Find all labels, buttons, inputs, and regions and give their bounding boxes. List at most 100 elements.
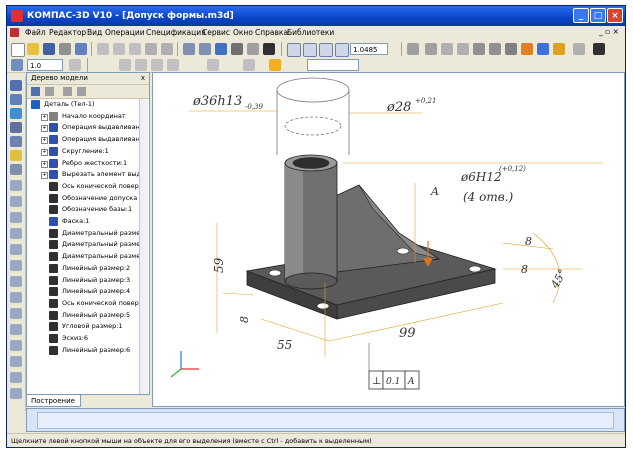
toolbar-extra-icon[interactable] [573,43,585,55]
move-icon[interactable] [425,43,437,55]
tool-icon[interactable] [10,260,22,271]
paste-icon[interactable] [129,43,141,55]
tree-item[interactable]: Деталь (Тел-1) [27,99,145,110]
dim-hole-diameter[interactable]: ø6H12 [460,170,502,184]
coord-field[interactable] [307,59,359,71]
dim-height[interactable]: 59 [212,257,226,273]
variables-icon[interactable] [231,43,243,55]
step-combo[interactable]: 1.0 [27,59,63,71]
dim-outer-diameter[interactable]: ø36h13 [192,94,242,109]
tree-item[interactable]: + Скругление:1 [27,146,145,157]
tree-item[interactable]: + Операция выдавливания [27,134,145,145]
scale-combo[interactable]: 1.0485 [350,43,388,55]
tree-item[interactable]: Линейный размер:5 [27,310,145,321]
tree-filter-icon[interactable] [45,87,54,96]
tool-icon[interactable] [10,94,22,105]
tree-item[interactable]: + Операция выдавливания [27,122,145,133]
model-viewport[interactable]: ø36h13 -0,39 ø28 +0,21 ø6H12 (+0,12) (4 … [152,72,625,407]
menu-specification[interactable]: Спецификация [146,28,206,37]
tool-icon[interactable] [10,356,22,367]
tree-item[interactable]: Угловой размер:1 [27,321,145,332]
tool-icon[interactable] [10,180,22,191]
open-icon[interactable] [27,43,39,55]
save-icon[interactable] [43,43,55,55]
tool-icon[interactable] [10,122,22,133]
help-pointer-icon[interactable] [263,43,275,55]
expand-icon[interactable]: + [41,172,48,180]
tree-item[interactable]: Обозначение базы:1 [27,204,145,215]
tolerance-frame[interactable]: ⊥ 0.1 A [368,343,420,390]
cut-icon[interactable] [97,43,109,55]
tool-icon[interactable] [10,388,22,399]
tree-item[interactable]: Фаска:1 [27,216,145,227]
zoom-out-icon[interactable] [319,43,333,57]
plane-icon[interactable] [135,59,147,71]
sketch-icon[interactable] [243,59,255,71]
zoom-fit-icon[interactable] [335,43,349,57]
undo-icon[interactable] [183,43,195,55]
perspective-icon[interactable] [553,43,565,55]
menu-window[interactable]: Окно [233,28,253,37]
toolbar-more-icon[interactable] [593,43,605,55]
menu-service[interactable]: Сервис [202,28,230,37]
zoom-window-icon[interactable] [287,43,301,57]
manager-icon[interactable] [215,43,227,55]
tool-icon[interactable] [10,228,22,239]
tree-scrollbar[interactable] [139,99,148,394]
menu-file[interactable]: Файл [25,28,46,37]
tool-icon[interactable] [10,150,22,161]
snap-icon[interactable] [207,59,219,71]
menu-help[interactable]: Справка [255,28,288,37]
rotate-icon[interactable] [457,43,469,55]
datum-label[interactable]: A [430,185,439,198]
shaded-edges-icon[interactable] [537,43,549,55]
pencil-icon[interactable] [167,59,179,71]
copy-icon[interactable] [113,43,125,55]
zoom-in-icon[interactable] [303,43,317,57]
redo-icon[interactable] [199,43,211,55]
tool-icon[interactable] [10,324,22,335]
tool-icon[interactable] [10,164,22,175]
tool-icon[interactable] [10,196,22,207]
close-icon[interactable]: x [141,73,145,84]
maximize-button[interactable]: □ [590,8,606,23]
tree-item[interactable]: Линейный размер:6 [27,345,145,356]
tool-icon[interactable] [10,276,22,287]
tree-view-icon[interactable] [63,87,72,96]
tree-item[interactable]: Диаметральный размер [27,251,145,262]
doc-minimize-icon[interactable]: _ ▫ × [599,27,619,36]
expand-icon[interactable]: + [41,137,48,145]
dim-base-thickness[interactable]: 8 [238,316,251,323]
hidden-thin-icon[interactable] [505,43,517,55]
properties-panel-content[interactable] [37,412,614,429]
tree-item[interactable]: Линейный размер:3 [27,275,145,286]
tab-construction[interactable]: Построение [26,395,81,407]
expand-icon[interactable]: + [41,125,48,133]
tree-item[interactable]: Ось конической поверхности [27,181,145,192]
tree-item[interactable]: + Ребро жесткости:1 [27,158,145,169]
document-icon[interactable] [10,28,19,37]
refresh-icon[interactable] [441,43,453,55]
tree-sort-icon[interactable] [77,87,86,96]
tree-item[interactable]: Диаметральный размер [27,228,145,239]
wireframe-icon[interactable] [473,43,485,55]
tool-icon[interactable] [10,212,22,223]
tool-icon[interactable] [10,292,22,303]
lcs-icon[interactable] [119,59,131,71]
close-button[interactable]: × [607,8,623,23]
tool-icon[interactable] [10,340,22,351]
expand-icon[interactable]: + [41,113,48,121]
minimize-button[interactable]: _ [573,8,589,23]
tree-item[interactable]: Линейный размер:2 [27,263,145,274]
menu-libraries[interactable]: Библиотеки [287,28,334,37]
tool-icon[interactable] [10,372,22,383]
dim-angle[interactable]: 45° [548,267,570,291]
shaded-icon[interactable] [521,43,533,55]
step-icon[interactable] [11,59,23,71]
menu-view[interactable]: Вид [87,28,102,37]
tool-icon[interactable] [10,244,22,255]
grid-icon[interactable] [69,59,81,71]
menu-operations[interactable]: Операции [105,28,145,37]
tool-icon[interactable] [10,80,22,91]
hidden-lines-icon[interactable] [489,43,501,55]
